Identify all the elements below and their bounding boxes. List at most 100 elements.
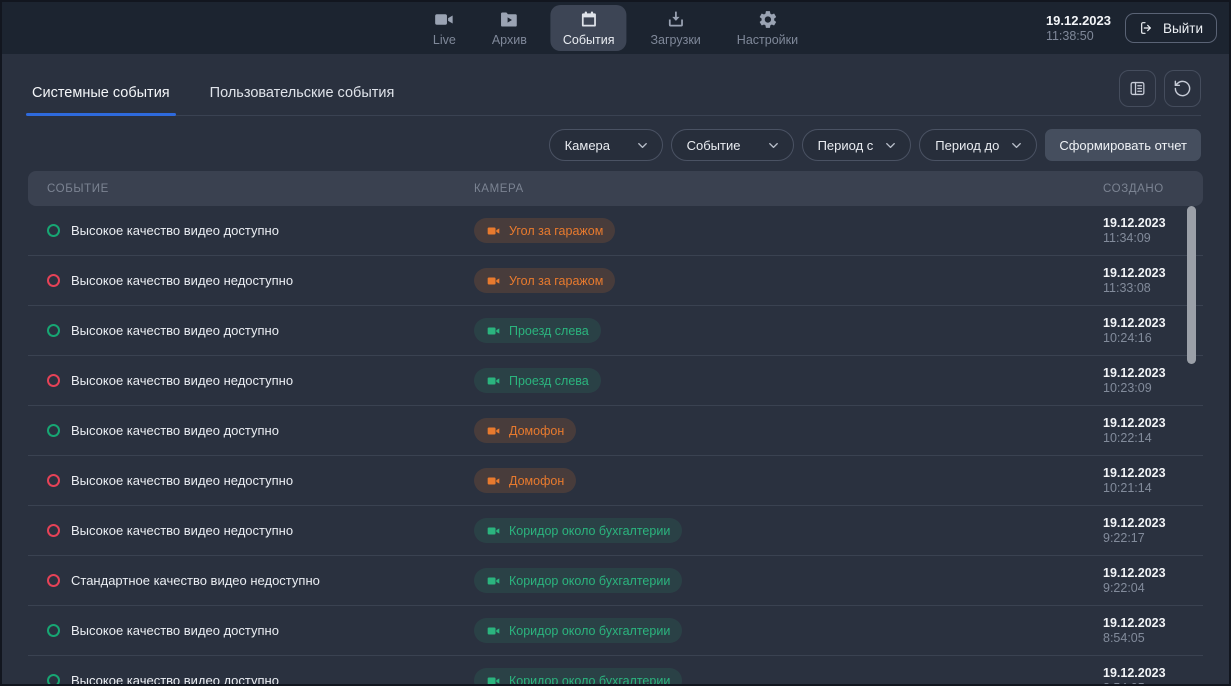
camera-badge: Домофон xyxy=(474,418,576,443)
tab-user-events[interactable]: Пользовательские события xyxy=(208,79,397,115)
nav-item-label: Настройки xyxy=(737,33,798,47)
table-row[interactable]: Высокое качество видео доступно Угол за … xyxy=(28,206,1203,256)
current-date: 19.12.2023 xyxy=(1046,13,1111,28)
calendar-icon xyxy=(578,9,599,30)
event-filter-label: Событие xyxy=(687,138,741,153)
nav-item-downloads[interactable]: Загрузки xyxy=(638,5,712,51)
refresh-icon xyxy=(1173,79,1192,98)
event-date: 19.12.2023 xyxy=(1103,616,1203,630)
tab-label: Пользовательские события xyxy=(210,85,395,101)
camera-name: Коридор около бухгалтерии xyxy=(509,524,670,538)
topbar-right: 19.12.2023 11:38:50 Выйти xyxy=(1046,2,1217,54)
status-ring xyxy=(47,524,60,537)
status-ring xyxy=(47,674,60,686)
table-row[interactable]: Высокое качество видео доступно Проезд с… xyxy=(28,306,1203,356)
journal-button[interactable] xyxy=(1119,70,1156,107)
camera-filter-select[interactable]: Камера xyxy=(549,129,663,161)
event-date: 19.12.2023 xyxy=(1103,466,1203,480)
camera-badge: Угол за гаражом xyxy=(474,218,615,243)
nav-item-events[interactable]: События xyxy=(551,5,627,51)
table-row[interactable]: Высокое качество видео доступно Домофон … xyxy=(28,406,1203,456)
event-date: 19.12.2023 xyxy=(1103,366,1203,380)
camera-name: Угол за гаражом xyxy=(509,274,603,288)
gear-icon xyxy=(757,9,778,30)
period-from-label: Период с xyxy=(818,138,874,153)
camera-name: Проезд слева xyxy=(509,324,589,338)
camera-badge: Домофон xyxy=(474,468,576,493)
camera-icon xyxy=(486,424,501,438)
header-created: СОЗДАНО xyxy=(1103,183,1203,195)
nav-item-label: Загрузки xyxy=(650,33,700,47)
table-row[interactable]: Стандартное качество видео недоступно Ко… xyxy=(28,556,1203,606)
camera-badge: Коридор около бухгалтерии xyxy=(474,518,682,543)
chevron-down-icon xyxy=(635,138,650,153)
table-row[interactable]: Высокое качество видео недоступно Коридо… xyxy=(28,506,1203,556)
topbar: Live Архив События Загрузки Настройки 1 xyxy=(2,2,1229,54)
logout-button[interactable]: Выйти xyxy=(1125,13,1217,43)
event-text: Высокое качество видео доступно xyxy=(71,623,279,638)
event-date: 19.12.2023 xyxy=(1103,666,1203,680)
table-row[interactable]: Высокое качество видео доступно Коридор … xyxy=(28,606,1203,656)
tab-label: Системные события xyxy=(32,85,170,101)
nav-item-archive[interactable]: Архив xyxy=(480,5,539,51)
app-window: Live Архив События Загрузки Настройки 1 xyxy=(0,0,1231,686)
folder-play-icon xyxy=(499,9,520,30)
event-time: 8:54:05 xyxy=(1103,681,1203,686)
event-time: 9:22:17 xyxy=(1103,531,1203,545)
generate-report-button[interactable]: Сформировать отчет xyxy=(1045,129,1201,161)
camera-name: Домофон xyxy=(509,474,564,488)
event-text: Высокое качество видео недоступно xyxy=(71,473,293,488)
camera-name: Домофон xyxy=(509,424,564,438)
table-row[interactable]: Высокое качество видео недоступно Угол з… xyxy=(28,256,1203,306)
event-text: Высокое качество видео доступно xyxy=(71,423,279,438)
header-camera: КАМЕРА xyxy=(474,183,1103,195)
period-to-select[interactable]: Период до xyxy=(919,129,1037,161)
period-from-select[interactable]: Период с xyxy=(802,129,912,161)
event-text: Высокое качество видео недоступно xyxy=(71,273,293,288)
camera-icon xyxy=(486,324,501,338)
status-ring xyxy=(47,624,60,637)
status-ring xyxy=(47,224,60,237)
event-text: Высокое качество видео доступно xyxy=(71,223,279,238)
camera-icon xyxy=(486,524,501,538)
status-ring xyxy=(47,424,60,437)
event-time: 10:22:14 xyxy=(1103,431,1203,445)
header-event: СОБЫТИЕ xyxy=(28,183,474,195)
chevron-down-icon xyxy=(883,138,898,153)
status-ring xyxy=(47,574,60,587)
scrollbar-thumb[interactable] xyxy=(1187,206,1196,364)
chevron-down-icon xyxy=(1009,138,1024,153)
tab-actions xyxy=(1119,70,1201,107)
status-ring xyxy=(47,474,60,487)
logout-icon xyxy=(1139,20,1155,36)
camera-name: Проезд слева xyxy=(509,374,589,388)
clock: 19.12.2023 11:38:50 xyxy=(1046,13,1111,43)
camera-badge: Проезд слева xyxy=(474,318,601,343)
download-tray-icon xyxy=(665,9,686,30)
status-ring xyxy=(47,374,60,387)
camera-icon xyxy=(486,274,501,288)
camera-badge: Коридор около бухгалтерии xyxy=(474,618,682,643)
event-date: 19.12.2023 xyxy=(1103,516,1203,530)
main-nav: Live Архив События Загрузки Настройки xyxy=(421,2,810,54)
event-time: 10:23:09 xyxy=(1103,381,1203,395)
event-text: Высокое качество видео доступно xyxy=(71,323,279,338)
nav-item-settings[interactable]: Настройки xyxy=(725,5,810,51)
table-row[interactable]: Высокое качество видео доступно Коридор … xyxy=(28,656,1203,686)
refresh-button[interactable] xyxy=(1164,70,1201,107)
event-text: Высокое качество видео доступно xyxy=(71,673,279,686)
filter-row: Камера Событие Период с Период до Сформи… xyxy=(30,129,1201,161)
event-filter-select[interactable]: Событие xyxy=(671,129,794,161)
tab-system-events[interactable]: Системные события xyxy=(30,79,172,115)
event-date: 19.12.2023 xyxy=(1103,566,1203,580)
camera-icon xyxy=(486,374,501,388)
camera-badge: Проезд слева xyxy=(474,368,601,393)
camera-badge: Угол за гаражом xyxy=(474,268,615,293)
table-row[interactable]: Высокое качество видео недоступно Домофо… xyxy=(28,456,1203,506)
nav-item-live[interactable]: Live xyxy=(421,5,468,51)
camera-icon xyxy=(486,574,501,588)
camera-badge: Коридор около бухгалтерии xyxy=(474,568,682,593)
period-to-label: Период до xyxy=(935,138,999,153)
camera-badge: Коридор около бухгалтерии xyxy=(474,668,682,686)
table-row[interactable]: Высокое качество видео недоступно Проезд… xyxy=(28,356,1203,406)
